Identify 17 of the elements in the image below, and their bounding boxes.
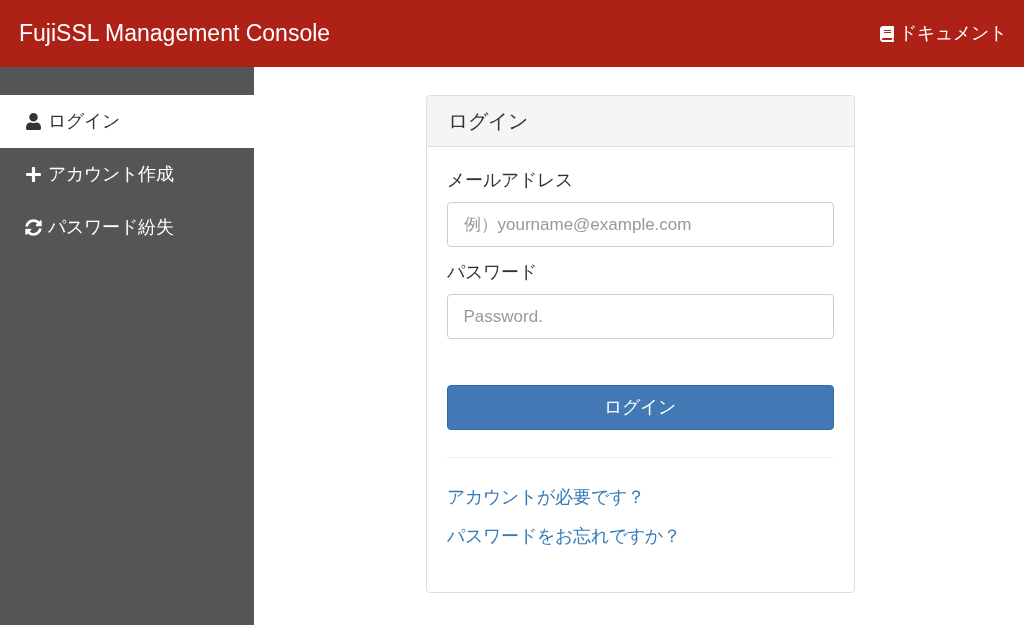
sidebar-item[interactable]: ログイン (0, 95, 254, 148)
sidebar-item[interactable]: アカウント作成 (0, 148, 254, 201)
app-title: FujiSSL Management Console (19, 19, 331, 49)
docs-link[interactable]: ドキュメント (879, 20, 1007, 47)
login-button[interactable]: ログイン (446, 385, 834, 430)
plus-icon (25, 166, 42, 183)
sidebar-item[interactable]: パスワード紛失 (0, 201, 254, 254)
input-field[interactable]: 例）yourname@example.com (446, 202, 834, 247)
help-link[interactable]: パスワードをお忘れですか？ (446, 523, 681, 550)
input-field[interactable]: Password. (446, 294, 834, 339)
field-label: パスワード (446, 261, 538, 284)
field-label: メールアドレス (446, 169, 574, 192)
book-icon (879, 25, 895, 42)
help-link[interactable]: アカウントが必要です？ (446, 484, 645, 511)
user-icon (25, 113, 42, 130)
refresh-icon (25, 219, 42, 236)
card-title: ログイン (447, 109, 528, 134)
